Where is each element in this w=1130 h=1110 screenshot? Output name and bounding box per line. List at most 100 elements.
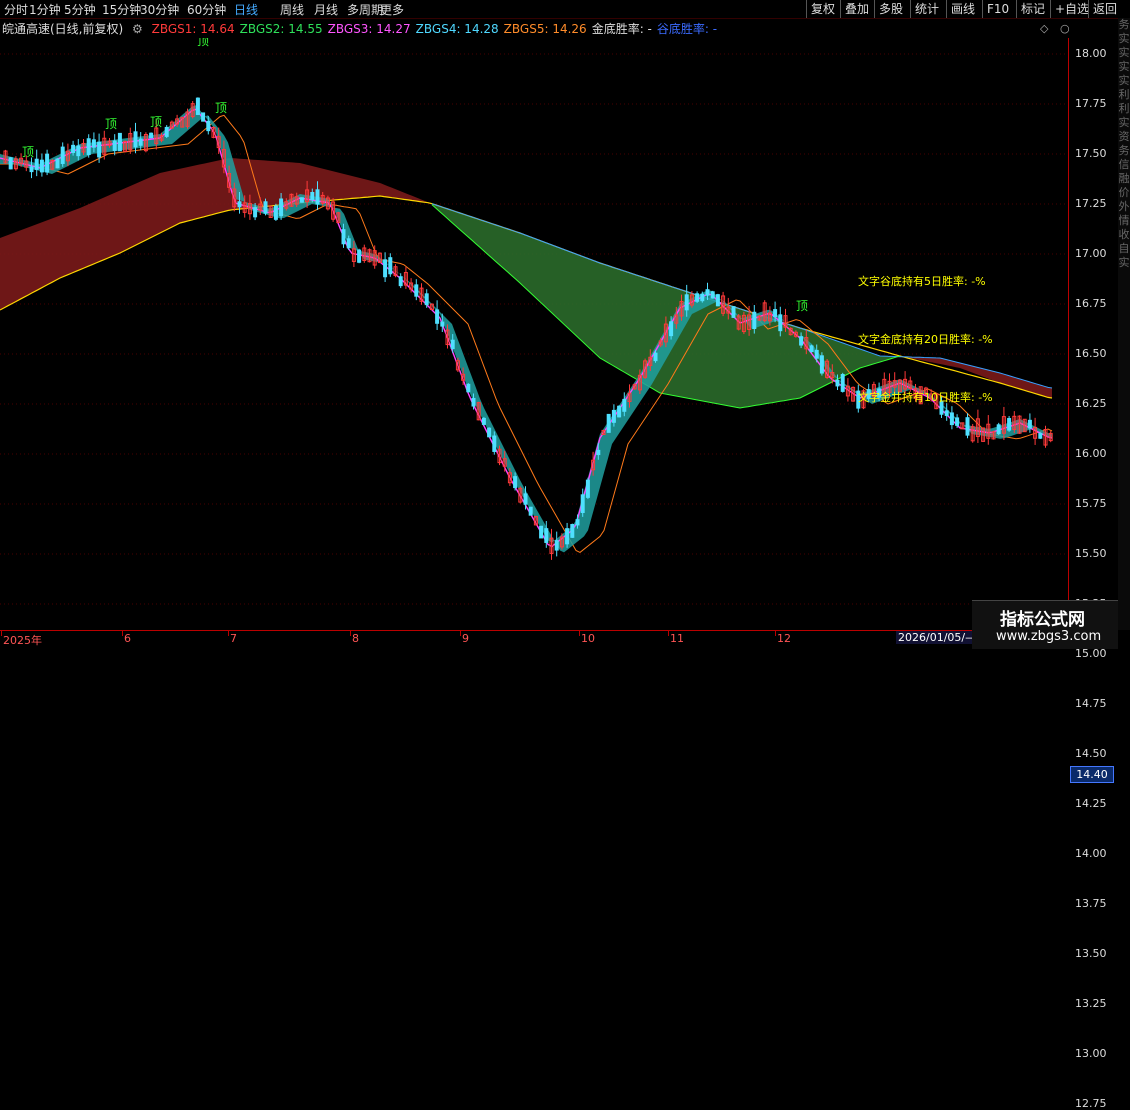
legend-item-2: ZBGS3: 14.27: [327, 22, 411, 36]
candle-body: [149, 132, 154, 139]
red-cloud: [0, 158, 432, 310]
stat-text-1: 文字金底持有20日胜率: -%: [858, 333, 993, 346]
side-label[interactable]: 实: [1118, 32, 1130, 46]
candle-body: [949, 412, 954, 426]
diamond-icon[interactable]: ◇: [1040, 22, 1048, 35]
stat-text-2: 文字金井持有10日胜率: -%: [858, 391, 993, 404]
y-tick-17: 13.75: [1075, 897, 1107, 910]
candle-body: [611, 409, 616, 423]
side-label[interactable]: 实: [1118, 256, 1130, 270]
side-label[interactable]: 实: [1118, 60, 1130, 74]
candle-body: [315, 189, 320, 205]
side-label[interactable]: 实: [1118, 116, 1130, 130]
candle-body: [71, 144, 76, 153]
x-label-4: 9: [462, 632, 469, 645]
candle-body: [310, 191, 315, 201]
toolbar-button-3[interactable]: 统计: [910, 0, 943, 18]
candle-body: [955, 417, 960, 426]
circle-icon[interactable]: ○: [1060, 22, 1070, 35]
tab-9[interactable]: 多周期: [347, 1, 383, 18]
legend-item-5: 金底胜率: -: [591, 22, 652, 36]
top-marker: 顶: [215, 101, 227, 115]
y-tick-13: 14.75: [1075, 697, 1107, 710]
candle-body: [773, 309, 778, 318]
candle-body: [471, 397, 476, 407]
tab-2[interactable]: 5分钟: [64, 1, 96, 18]
side-label[interactable]: 信: [1118, 158, 1130, 172]
toolbar-button-2[interactable]: 多股: [874, 0, 907, 18]
toolbar-button-1[interactable]: 叠加: [840, 0, 873, 18]
tab-4[interactable]: 30分钟: [140, 1, 179, 18]
settings-icon[interactable]: ⚙: [132, 22, 143, 36]
side-label[interactable]: 实: [1118, 74, 1130, 88]
candle-body: [705, 289, 710, 296]
toolbar-button-4[interactable]: 画线: [946, 0, 979, 18]
tab-5[interactable]: 60分钟: [187, 1, 226, 18]
side-label[interactable]: 情: [1118, 214, 1130, 228]
candle-body: [86, 138, 91, 155]
side-label[interactable]: 务: [1118, 144, 1130, 158]
candle-body: [299, 197, 304, 203]
candle-body: [554, 540, 559, 551]
toolbar-button-0[interactable]: 复权: [806, 0, 839, 18]
candle-body: [34, 158, 39, 170]
side-label[interactable]: 收: [1118, 228, 1130, 242]
toolbar-button-5[interactable]: F10: [982, 0, 1013, 18]
candle-body: [944, 410, 949, 416]
side-label[interactable]: 自: [1118, 242, 1130, 256]
candle-body: [809, 345, 814, 353]
period-toolbar: 分时 1分钟 5分钟 15分钟 30分钟 60分钟 日线 周线 月线 多周期 更多 复权 叠加 多股 统计…: [0, 0, 1130, 19]
tab-8[interactable]: 月线: [314, 1, 338, 18]
tab-10[interactable]: 更多: [380, 1, 404, 18]
candle-body: [840, 374, 845, 392]
toolbar-button-6[interactable]: 标记: [1016, 0, 1049, 18]
candle-body: [383, 259, 388, 278]
y-tick-3: 17.25: [1075, 197, 1107, 210]
candle-body: [684, 294, 689, 311]
candle-body: [133, 131, 138, 148]
side-label[interactable]: 利: [1118, 102, 1130, 116]
side-label[interactable]: 利: [1118, 88, 1130, 102]
ribbon-band: [0, 105, 1052, 553]
candle-body: [814, 349, 819, 359]
tab-0[interactable]: 分时: [4, 1, 28, 18]
stat-text-0: 文字谷底持有5日胜率: -%: [858, 275, 986, 288]
candle-body: [570, 524, 575, 538]
side-label[interactable]: 务: [1118, 18, 1130, 32]
side-info-strip[interactable]: 务实实实实利利实资务信融价外情收自实: [1118, 18, 1130, 630]
side-label[interactable]: 融: [1118, 172, 1130, 186]
candle-body: [715, 294, 720, 307]
y-tick-6: 16.50: [1075, 347, 1107, 360]
candle-body: [279, 198, 284, 217]
x-tick: [668, 631, 669, 636]
tab-1[interactable]: 1分钟: [29, 1, 61, 18]
toolbar-button-7[interactable]: +自选: [1050, 0, 1093, 18]
tab-7[interactable]: 周线: [280, 1, 304, 18]
side-label[interactable]: 价: [1118, 186, 1130, 200]
y-tick-9: 15.75: [1075, 497, 1107, 510]
candle-body: [835, 379, 840, 387]
candle-body: [29, 166, 34, 173]
candle-body: [695, 293, 700, 302]
side-label[interactable]: 资: [1118, 130, 1130, 144]
candle-body: [1038, 432, 1043, 439]
candle-body: [513, 476, 518, 489]
top-right-icons[interactable]: ◇ ○: [1040, 22, 1070, 35]
y-tick-21: 12.75: [1075, 1097, 1107, 1110]
candle-body: [91, 139, 96, 148]
candle-body: [965, 417, 970, 436]
price-axis: 18.00 17.75 17.50 17.25 17.00 16.75 16.50 16.25…: [1068, 38, 1119, 1110]
side-label[interactable]: 外: [1118, 200, 1130, 214]
candle-body: [97, 141, 102, 158]
candle-body: [523, 493, 528, 505]
indicator-legend: 皖通高速(日线,前复权) ⚙ ZBGS1: 14.64 ZBGS2: 14.55 Z…: [0, 20, 727, 38]
y-tick-0: 18.00: [1075, 47, 1107, 60]
top-marker: 顶: [796, 299, 808, 313]
candle-body: [206, 120, 211, 132]
y-tick-16: 14.00: [1075, 847, 1107, 860]
tab-6[interactable]: 日线: [234, 1, 258, 18]
side-label[interactable]: 实: [1118, 46, 1130, 60]
toolbar-button-8[interactable]: 返回: [1088, 0, 1121, 18]
tab-3[interactable]: 15分钟: [102, 1, 141, 18]
candle-body: [710, 291, 715, 299]
